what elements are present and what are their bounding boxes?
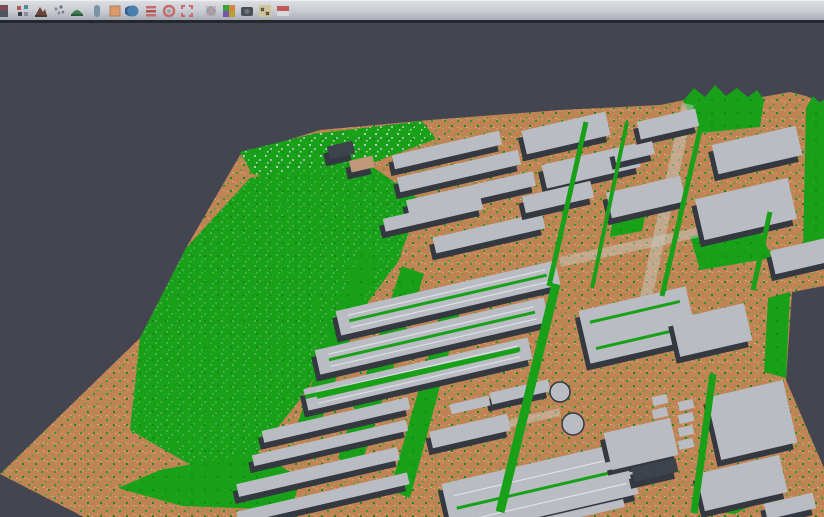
viewport-3d-scene[interactable] — [0, 23, 824, 517]
ruler-icon-glyph — [275, 3, 291, 19]
model-capsule-icon-glyph — [89, 3, 105, 19]
storage-tank — [550, 382, 570, 402]
align-points-icon[interactable] — [14, 2, 32, 20]
terrain-model-icon[interactable] — [32, 2, 50, 20]
sparse-cloud-icon[interactable] — [50, 2, 68, 20]
application-window — [0, 0, 824, 517]
align-points-icon-glyph — [15, 3, 31, 19]
scene-canvas — [0, 23, 824, 517]
camera-icon[interactable] — [238, 2, 256, 20]
main-toolbar — [0, 0, 824, 20]
region-bounds-icon-glyph — [179, 3, 195, 19]
globe-icon[interactable] — [124, 2, 142, 20]
markers-icon[interactable] — [256, 2, 274, 20]
reset-region-icon[interactable] — [160, 2, 178, 20]
classes-list-icon[interactable] — [142, 2, 160, 20]
classification-palette-icon[interactable] — [220, 2, 238, 20]
clipped-tool-icon[interactable] — [0, 2, 11, 20]
camera-icon-glyph — [239, 3, 255, 19]
markers-icon-glyph — [257, 3, 273, 19]
region-bounds-icon[interactable] — [178, 2, 196, 20]
sphere-disabled-icon[interactable] — [202, 2, 220, 20]
storage-tank — [562, 413, 584, 435]
globe-icon-glyph — [125, 3, 141, 19]
dense-cloud-icon-glyph — [69, 3, 85, 19]
orthomosaic-icon[interactable] — [106, 2, 124, 20]
dense-cloud-icon[interactable] — [68, 2, 86, 20]
sparse-cloud-icon-glyph — [51, 3, 67, 19]
clipped-tool-icon-glyph — [0, 3, 10, 19]
orthomosaic-icon-glyph — [107, 3, 123, 19]
sphere-disabled-icon-glyph — [203, 3, 219, 19]
classes-list-icon-glyph — [143, 3, 159, 19]
terrain-model-icon-glyph — [33, 3, 49, 19]
model-capsule-icon[interactable] — [88, 2, 106, 20]
ruler-icon[interactable] — [274, 2, 292, 20]
reset-region-icon-glyph — [161, 3, 177, 19]
classification-palette-icon-glyph — [221, 3, 237, 19]
